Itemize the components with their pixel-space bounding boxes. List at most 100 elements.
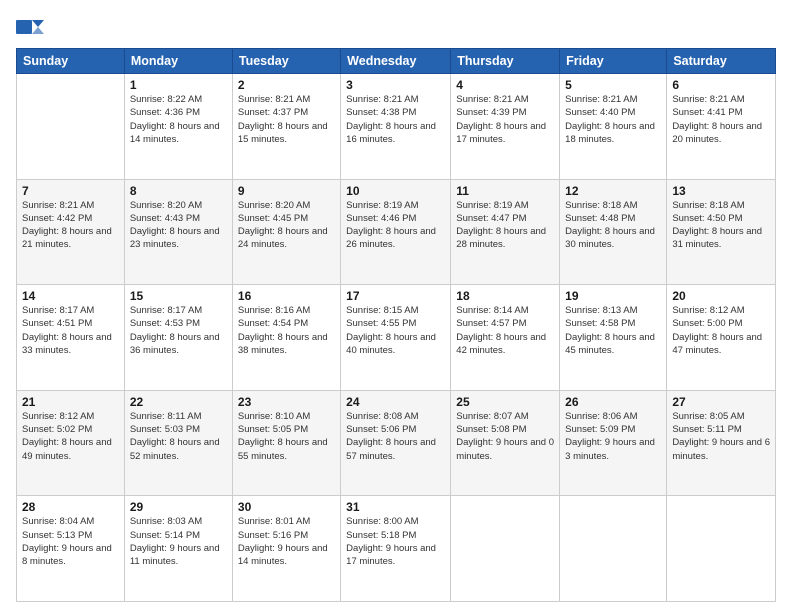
day-number: 18 [456, 289, 554, 303]
day-info: Sunrise: 8:18 AM Sunset: 4:48 PM Dayligh… [565, 199, 661, 252]
day-info: Sunrise: 8:21 AM Sunset: 4:42 PM Dayligh… [22, 199, 119, 252]
calendar-cell: 14Sunrise: 8:17 AM Sunset: 4:51 PM Dayli… [17, 285, 125, 391]
day-number: 11 [456, 184, 554, 198]
calendar-cell: 18Sunrise: 8:14 AM Sunset: 4:57 PM Dayli… [451, 285, 560, 391]
day-info: Sunrise: 8:18 AM Sunset: 4:50 PM Dayligh… [672, 199, 770, 252]
day-number: 14 [22, 289, 119, 303]
day-info: Sunrise: 8:19 AM Sunset: 4:46 PM Dayligh… [346, 199, 445, 252]
weekday-header-saturday: Saturday [667, 49, 776, 74]
weekday-header-wednesday: Wednesday [341, 49, 451, 74]
weekday-header-sunday: Sunday [17, 49, 125, 74]
calendar-cell: 6Sunrise: 8:21 AM Sunset: 4:41 PM Daylig… [667, 74, 776, 180]
day-info: Sunrise: 8:14 AM Sunset: 4:57 PM Dayligh… [456, 304, 554, 357]
calendar-cell: 10Sunrise: 8:19 AM Sunset: 4:46 PM Dayli… [341, 179, 451, 285]
header [16, 16, 776, 38]
day-info: Sunrise: 8:20 AM Sunset: 4:45 PM Dayligh… [238, 199, 335, 252]
calendar-cell: 12Sunrise: 8:18 AM Sunset: 4:48 PM Dayli… [560, 179, 667, 285]
day-info: Sunrise: 8:17 AM Sunset: 4:53 PM Dayligh… [130, 304, 227, 357]
day-number: 15 [130, 289, 227, 303]
calendar-cell: 11Sunrise: 8:19 AM Sunset: 4:47 PM Dayli… [451, 179, 560, 285]
calendar-cell: 16Sunrise: 8:16 AM Sunset: 4:54 PM Dayli… [232, 285, 340, 391]
day-info: Sunrise: 8:12 AM Sunset: 5:00 PM Dayligh… [672, 304, 770, 357]
day-number: 16 [238, 289, 335, 303]
calendar-cell: 13Sunrise: 8:18 AM Sunset: 4:50 PM Dayli… [667, 179, 776, 285]
day-number: 6 [672, 78, 770, 92]
calendar-cell [17, 74, 125, 180]
day-info: Sunrise: 8:07 AM Sunset: 5:08 PM Dayligh… [456, 410, 554, 463]
day-number: 19 [565, 289, 661, 303]
weekday-header-monday: Monday [124, 49, 232, 74]
day-number: 4 [456, 78, 554, 92]
calendar-cell: 20Sunrise: 8:12 AM Sunset: 5:00 PM Dayli… [667, 285, 776, 391]
calendar-cell: 5Sunrise: 8:21 AM Sunset: 4:40 PM Daylig… [560, 74, 667, 180]
day-number: 10 [346, 184, 445, 198]
weekday-header-thursday: Thursday [451, 49, 560, 74]
day-number: 9 [238, 184, 335, 198]
calendar-week-row: 7Sunrise: 8:21 AM Sunset: 4:42 PM Daylig… [17, 179, 776, 285]
day-number: 31 [346, 500, 445, 514]
day-number: 17 [346, 289, 445, 303]
calendar-cell: 7Sunrise: 8:21 AM Sunset: 4:42 PM Daylig… [17, 179, 125, 285]
day-info: Sunrise: 8:11 AM Sunset: 5:03 PM Dayligh… [130, 410, 227, 463]
weekday-header-row: SundayMondayTuesdayWednesdayThursdayFrid… [17, 49, 776, 74]
day-number: 27 [672, 395, 770, 409]
day-number: 3 [346, 78, 445, 92]
calendar-cell [451, 496, 560, 602]
day-number: 7 [22, 184, 119, 198]
calendar-cell: 9Sunrise: 8:20 AM Sunset: 4:45 PM Daylig… [232, 179, 340, 285]
calendar-cell [667, 496, 776, 602]
calendar-cell: 24Sunrise: 8:08 AM Sunset: 5:06 PM Dayli… [341, 390, 451, 496]
day-info: Sunrise: 8:12 AM Sunset: 5:02 PM Dayligh… [22, 410, 119, 463]
day-number: 8 [130, 184, 227, 198]
calendar-cell: 28Sunrise: 8:04 AM Sunset: 5:13 PM Dayli… [17, 496, 125, 602]
calendar-cell: 29Sunrise: 8:03 AM Sunset: 5:14 PM Dayli… [124, 496, 232, 602]
day-info: Sunrise: 8:17 AM Sunset: 4:51 PM Dayligh… [22, 304, 119, 357]
day-number: 30 [238, 500, 335, 514]
day-number: 12 [565, 184, 661, 198]
day-number: 13 [672, 184, 770, 198]
day-info: Sunrise: 8:03 AM Sunset: 5:14 PM Dayligh… [130, 515, 227, 568]
day-info: Sunrise: 8:08 AM Sunset: 5:06 PM Dayligh… [346, 410, 445, 463]
day-number: 5 [565, 78, 661, 92]
day-info: Sunrise: 8:19 AM Sunset: 4:47 PM Dayligh… [456, 199, 554, 252]
page: SundayMondayTuesdayWednesdayThursdayFrid… [0, 0, 792, 612]
day-info: Sunrise: 8:13 AM Sunset: 4:58 PM Dayligh… [565, 304, 661, 357]
logo-icon [16, 16, 46, 38]
calendar-cell: 8Sunrise: 8:20 AM Sunset: 4:43 PM Daylig… [124, 179, 232, 285]
calendar-cell [560, 496, 667, 602]
calendar-week-row: 21Sunrise: 8:12 AM Sunset: 5:02 PM Dayli… [17, 390, 776, 496]
day-info: Sunrise: 8:01 AM Sunset: 5:16 PM Dayligh… [238, 515, 335, 568]
day-info: Sunrise: 8:21 AM Sunset: 4:39 PM Dayligh… [456, 93, 554, 146]
day-info: Sunrise: 8:00 AM Sunset: 5:18 PM Dayligh… [346, 515, 445, 568]
calendar-table: SundayMondayTuesdayWednesdayThursdayFrid… [16, 48, 776, 602]
calendar-week-row: 28Sunrise: 8:04 AM Sunset: 5:13 PM Dayli… [17, 496, 776, 602]
day-number: 29 [130, 500, 227, 514]
day-info: Sunrise: 8:21 AM Sunset: 4:40 PM Dayligh… [565, 93, 661, 146]
day-info: Sunrise: 8:21 AM Sunset: 4:37 PM Dayligh… [238, 93, 335, 146]
day-info: Sunrise: 8:04 AM Sunset: 5:13 PM Dayligh… [22, 515, 119, 568]
day-number: 20 [672, 289, 770, 303]
day-info: Sunrise: 8:06 AM Sunset: 5:09 PM Dayligh… [565, 410, 661, 463]
day-info: Sunrise: 8:22 AM Sunset: 4:36 PM Dayligh… [130, 93, 227, 146]
day-number: 28 [22, 500, 119, 514]
day-number: 26 [565, 395, 661, 409]
day-number: 1 [130, 78, 227, 92]
calendar-cell: 26Sunrise: 8:06 AM Sunset: 5:09 PM Dayli… [560, 390, 667, 496]
day-number: 23 [238, 395, 335, 409]
day-number: 25 [456, 395, 554, 409]
calendar-cell: 27Sunrise: 8:05 AM Sunset: 5:11 PM Dayli… [667, 390, 776, 496]
day-info: Sunrise: 8:10 AM Sunset: 5:05 PM Dayligh… [238, 410, 335, 463]
logo [16, 16, 48, 38]
calendar-cell: 25Sunrise: 8:07 AM Sunset: 5:08 PM Dayli… [451, 390, 560, 496]
weekday-header-friday: Friday [560, 49, 667, 74]
calendar-cell: 17Sunrise: 8:15 AM Sunset: 4:55 PM Dayli… [341, 285, 451, 391]
calendar-week-row: 1Sunrise: 8:22 AM Sunset: 4:36 PM Daylig… [17, 74, 776, 180]
calendar-cell: 31Sunrise: 8:00 AM Sunset: 5:18 PM Dayli… [341, 496, 451, 602]
day-info: Sunrise: 8:05 AM Sunset: 5:11 PM Dayligh… [672, 410, 770, 463]
calendar-cell: 15Sunrise: 8:17 AM Sunset: 4:53 PM Dayli… [124, 285, 232, 391]
calendar-week-row: 14Sunrise: 8:17 AM Sunset: 4:51 PM Dayli… [17, 285, 776, 391]
day-number: 24 [346, 395, 445, 409]
day-number: 2 [238, 78, 335, 92]
day-info: Sunrise: 8:20 AM Sunset: 4:43 PM Dayligh… [130, 199, 227, 252]
calendar-cell: 23Sunrise: 8:10 AM Sunset: 5:05 PM Dayli… [232, 390, 340, 496]
